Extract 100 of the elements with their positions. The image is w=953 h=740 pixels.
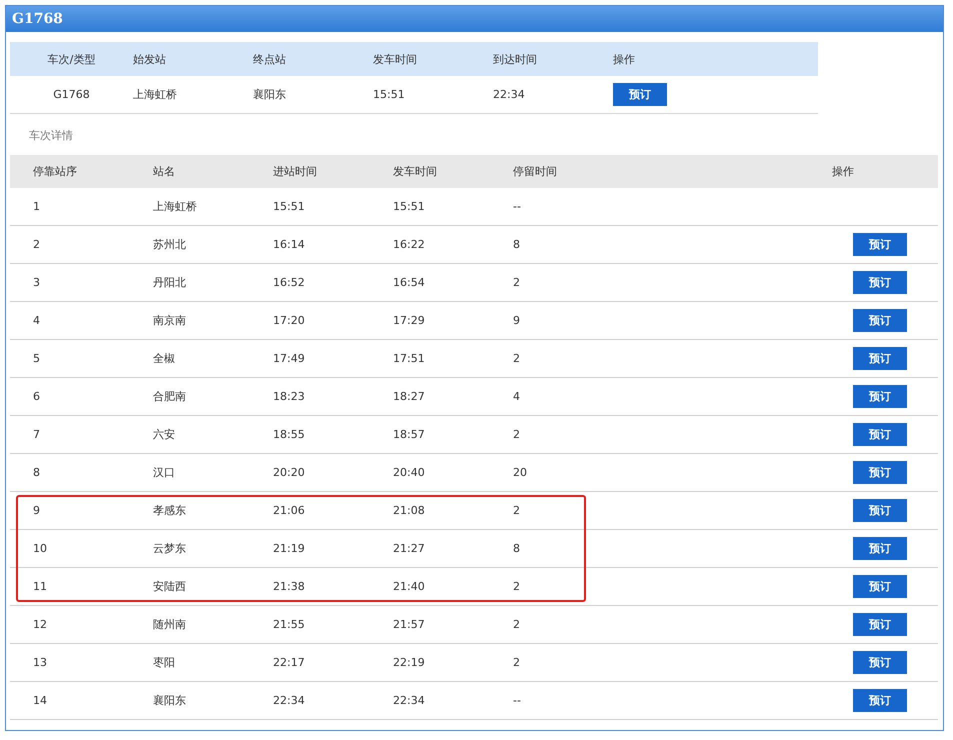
table-cell-text: 南京南 [152,313,187,328]
table-cell-text: 14 [32,694,48,707]
table-cell-text: 8 [512,238,521,251]
table-cell-text: 1 [32,200,41,213]
table-cell-text: 云梦东 [152,541,187,556]
column-header: 发车时间 [392,164,438,179]
book-button[interactable]: 预订 [853,575,907,598]
table-cell-text: 12 [32,618,48,631]
table-cell-text: 15:51 [392,200,426,213]
table-cell-text: 汉口 [152,465,176,480]
table-cell-text: 襄阳东 [253,87,287,102]
table-cell-text: 8 [32,466,41,479]
table-cell-text: 9 [512,314,521,327]
table-cell-text: 襄阳东 [152,693,187,708]
section-title: 车次详情 [29,128,73,143]
table-cell-text: 18:23 [272,390,306,403]
book-button[interactable]: 预订 [613,83,667,106]
column-header: 站名 [152,164,176,179]
table-cell-text: 2 [512,656,521,669]
table-cell-text: 安陆西 [152,579,187,594]
column-header: 停靠站序 [32,164,78,179]
table-cell-text: 2 [512,428,521,441]
table-cell-text: 21:19 [272,542,306,555]
table-cell-text: 16:52 [272,276,306,289]
book-button[interactable]: 预订 [853,651,907,674]
table-cell-text: 4 [32,314,41,327]
table-cell-text: 22:17 [272,656,306,669]
table-cell-text: 随州南 [152,617,187,632]
table-cell-text: 16:54 [392,276,426,289]
table-cell-text: 2 [512,618,521,631]
table-cell-text: 上海虹桥 [133,87,178,102]
table-cell-text: 11 [32,580,48,593]
table-cell-text: 全椒 [152,351,176,366]
window-title: G1768 [6,6,943,32]
table-cell-text: 21:40 [392,580,426,593]
column-header: 进站时间 [272,164,318,179]
table-cell-text: 16:22 [392,238,426,251]
table-cell-text: 21:27 [392,542,426,555]
book-button[interactable]: 预订 [853,271,907,294]
table-cell-text: 13 [32,656,48,669]
column-header: 车次/类型 [46,52,96,66]
column-header: 发车时间 [373,52,418,66]
book-button[interactable]: 预订 [853,423,907,446]
table-cell-text: 上海虹桥 [152,199,198,214]
book-button[interactable]: 预订 [853,233,907,256]
table-cell-text: 合肥南 [152,389,187,404]
table-cell-text: 8 [512,542,521,555]
table-cell-text: 5 [32,352,41,365]
table-cell-text: 21:06 [272,504,306,517]
table-cell-text: 7 [32,428,41,441]
table-cell-text: 21:57 [392,618,426,631]
table-cell-text: 16:14 [272,238,306,251]
table-cell-text: 17:49 [272,352,306,365]
table-cell-text: 15:51 [373,88,406,101]
table-cell-text: 15:51 [272,200,306,213]
table-cell-text: 22:34 [493,88,526,101]
table-cell-text: 20 [512,466,528,479]
table-cell-text: 20:40 [392,466,426,479]
column-header: 停留时间 [512,164,558,179]
table-cell-text: 21:38 [272,580,306,593]
book-button[interactable]: 预订 [853,537,907,560]
book-button[interactable]: 预订 [853,347,907,370]
table-cell-text: 22:34 [392,694,426,707]
table-cell-text: 3 [32,276,41,289]
table-cell-text: 孝感东 [152,503,187,518]
book-button[interactable]: 预订 [853,613,907,636]
table-cell-text: 18:55 [272,428,306,441]
table-cell-text: -- [512,694,522,707]
table-cell-text: 2 [512,504,521,517]
table-cell-text: G1768 [52,88,91,101]
table-cell-text: 2 [512,352,521,365]
column-header: 到达时间 [493,52,538,66]
table-cell-text: 17:20 [272,314,306,327]
table-cell-text: 18:57 [392,428,426,441]
table-cell-text: 苏州北 [152,237,187,252]
book-button[interactable]: 预订 [853,385,907,408]
table-cell-text: -- [512,200,522,213]
table-cell-text: 2 [512,580,521,593]
table-cell-text: 21:08 [392,504,426,517]
table-cell-text: 枣阳 [152,655,176,670]
table-cell-text: 22:19 [392,656,426,669]
book-button[interactable]: 预订 [853,499,907,522]
table-cell-text: 丹阳北 [152,275,187,290]
column-header: 操作 [831,164,855,179]
table-cell-text: 20:20 [272,466,306,479]
table-cell-text: 六安 [152,427,176,442]
book-button[interactable]: 预订 [853,461,907,484]
table-cell-text: 21:55 [272,618,306,631]
table-cell-text: 10 [32,542,48,555]
table-cell-text: 6 [32,390,41,403]
column-header: 终点站 [253,52,287,66]
table-cell-text: 22:34 [272,694,306,707]
table-cell-text: 17:51 [392,352,426,365]
table-cell-text: 4 [512,390,521,403]
column-header: 操作 [613,52,636,66]
book-button[interactable]: 预订 [853,689,907,712]
table-cell-text: 2 [512,276,521,289]
book-button[interactable]: 预订 [853,309,907,332]
table-cell-text: 9 [32,504,41,517]
column-header: 始发站 [133,52,167,66]
